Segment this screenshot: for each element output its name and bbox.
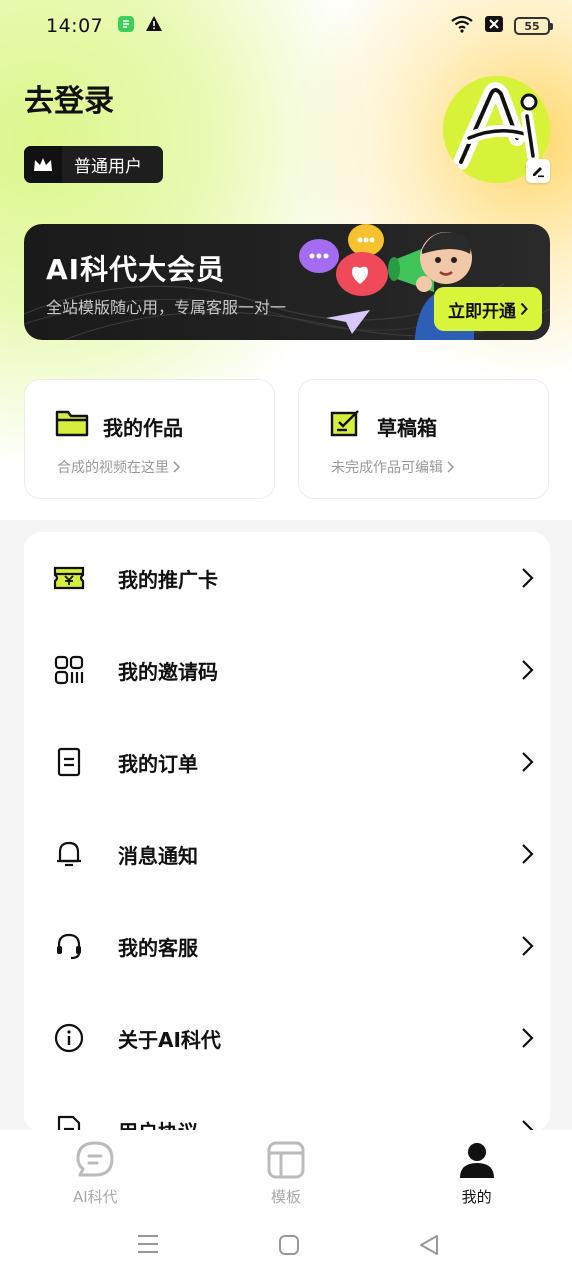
chevron-right-icon [173, 461, 180, 473]
headset-icon [52, 929, 86, 963]
tab-ai-assistant[interactable]: AI科代 [0, 1130, 191, 1210]
tab-label: 模板 [271, 1188, 302, 1206]
promo-ticket-icon [52, 561, 86, 595]
menu-item-orders[interactable]: 我的订单 [24, 716, 550, 808]
template-layout-icon [267, 1141, 305, 1179]
order-document-icon [52, 745, 86, 779]
menu-item-notifications[interactable]: 消息通知 [24, 808, 550, 900]
user-level-label: 普通用户 [74, 157, 142, 177]
no-sim-icon [484, 15, 504, 37]
menu-item-promo-card[interactable]: 我的推广卡 [24, 532, 550, 624]
chevron-right-icon [522, 568, 534, 588]
chevron-right-icon [522, 1028, 534, 1048]
tab-me[interactable]: 我的 [381, 1130, 572, 1210]
menu-label: 我的客服 [118, 935, 198, 960]
chat-bubble-icon [76, 1141, 114, 1177]
menu-label: 我的推广卡 [118, 567, 218, 592]
home-square-icon[interactable] [278, 1234, 300, 1256]
chevron-right-icon [520, 302, 528, 316]
menu-label: 关于AI科代 [118, 1027, 221, 1052]
bottom-tab-bar: AI科代 模板 我的 [0, 1130, 572, 1210]
chevron-right-icon [522, 660, 534, 680]
chevron-right-icon [522, 752, 534, 772]
drafts-subtitle-text: 未完成作品可编辑 [331, 460, 443, 476]
user-level-badge[interactable]: 普通用户 [24, 146, 163, 183]
edit-avatar-icon[interactable] [526, 159, 550, 183]
status-bar: 14:07 55 [0, 0, 572, 52]
warning-icon [145, 15, 163, 37]
menu-label: 我的订单 [118, 751, 198, 776]
folder-icon [55, 410, 89, 437]
tab-templates[interactable]: 模板 [191, 1130, 382, 1210]
my-works-subtitle: 合成的视频在这里 [57, 457, 180, 477]
chevron-right-icon [522, 936, 534, 956]
vip-title: AI科代大会员 [46, 253, 226, 286]
my-works-card[interactable]: 我的作品 合成的视频在这里 [24, 379, 275, 499]
my-works-title: 我的作品 [103, 416, 183, 440]
battery-indicator: 55 [514, 17, 553, 35]
vip-membership-banner[interactable]: AI科代大会员 全站模版随心用，专属客服一对一 立即开通 [24, 224, 550, 340]
info-icon [52, 1021, 86, 1055]
menu-label: 消息通知 [118, 843, 198, 868]
chevron-right-icon [447, 461, 454, 473]
menu-list: 我的推广卡 我的邀请码 我的订单 消息通知 我的客服 关于AI科代 用户协议 [24, 532, 550, 1132]
drafts-title: 草稿箱 [377, 416, 437, 440]
system-navigation-bar [0, 1210, 572, 1280]
chevron-right-icon [522, 844, 534, 864]
crown-icon [24, 146, 62, 183]
bell-icon [52, 837, 86, 871]
vip-subtitle: 全站模版随心用，专属客服一对一 [46, 298, 287, 317]
menu-lines-icon[interactable] [137, 1234, 159, 1254]
wifi-icon [450, 15, 474, 37]
drafts-card[interactable]: 草稿箱 未完成作品可编辑 [298, 379, 549, 499]
menu-item-user-agreement[interactable]: 用户协议 [24, 1084, 550, 1132]
login-link[interactable]: 去登录 [24, 76, 114, 120]
back-triangle-icon[interactable] [418, 1234, 440, 1256]
menu-item-invite-code[interactable]: 我的邀请码 [24, 624, 550, 716]
app-notification-icon [117, 15, 135, 37]
vip-open-button-label: 立即开通 [448, 301, 516, 322]
menu-item-about[interactable]: 关于AI科代 [24, 992, 550, 1084]
drafts-subtitle: 未完成作品可编辑 [331, 457, 454, 477]
person-icon [459, 1143, 494, 1178]
menu-label: 我的邀请码 [118, 659, 218, 684]
tab-label: AI科代 [72, 1188, 118, 1206]
my-works-subtitle-text: 合成的视频在这里 [57, 460, 169, 476]
tab-label: 我的 [461, 1188, 492, 1206]
vip-open-button[interactable]: 立即开通 [434, 287, 542, 331]
status-time: 14:07 [46, 15, 104, 37]
qr-code-icon [52, 653, 86, 687]
menu-item-customer-service[interactable]: 我的客服 [24, 900, 550, 992]
draft-edit-icon [330, 410, 359, 437]
